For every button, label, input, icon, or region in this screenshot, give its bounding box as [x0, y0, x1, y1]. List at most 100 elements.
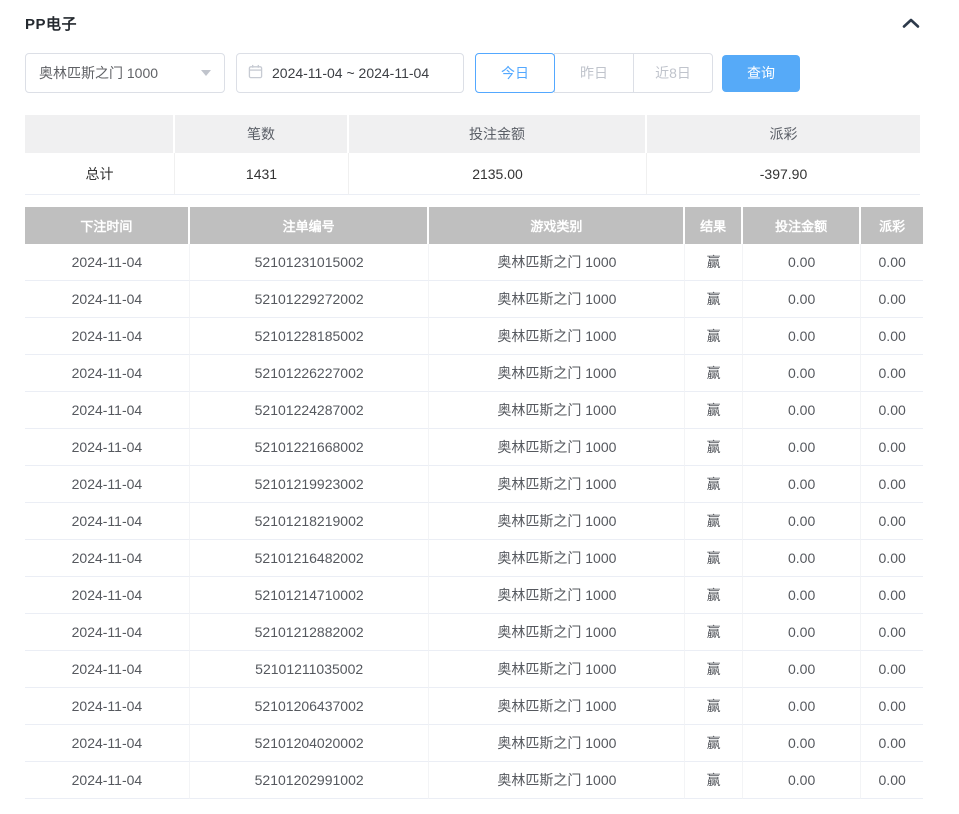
game-select-value: 奥林匹斯之门 1000 [39, 63, 158, 83]
yesterday-button[interactable]: 昨日 [554, 53, 634, 93]
date-range-value: 2024-11-04 ~ 2024-11-04 [272, 65, 429, 81]
table-row: 2024-11-0452101211035002奥林匹斯之门 1000赢0.00… [25, 651, 923, 688]
cell-result: 赢 [685, 466, 743, 503]
cell-bet-time: 2024-11-04 [25, 688, 190, 725]
cell-payout: 0.00 [861, 355, 923, 392]
cell-payout: 0.00 [861, 318, 923, 355]
cell-payout: 0.00 [861, 688, 923, 725]
cell-game-type: 奥林匹斯之门 1000 [429, 503, 685, 540]
summary-total-row: 总计 1431 2135.00 -397.90 [25, 153, 920, 195]
cell-result: 赢 [685, 429, 743, 466]
cell-result: 赢 [685, 503, 743, 540]
cell-order-id: 52101204020002 [190, 725, 430, 762]
summary-header-blank [25, 115, 175, 153]
cell-game-type: 奥林匹斯之门 1000 [429, 429, 685, 466]
table-row: 2024-11-0452101202991002奥林匹斯之门 1000赢0.00… [25, 762, 923, 799]
game-select[interactable]: 奥林匹斯之门 1000 [25, 53, 225, 93]
page-title: PP电子 [25, 13, 77, 34]
cell-order-id: 52101202991002 [190, 762, 430, 799]
table-row: 2024-11-0452101212882002奥林匹斯之门 1000赢0.00… [25, 614, 923, 651]
cell-order-id: 52101212882002 [190, 614, 430, 651]
cell-order-id: 52101226227002 [190, 355, 430, 392]
table-row: 2024-11-0452101216482002奥林匹斯之门 1000赢0.00… [25, 540, 923, 577]
collapse-button[interactable] [900, 15, 922, 31]
filter-bar: 奥林匹斯之门 1000 2024-11-04 ~ 2024-11-04 今日 昨… [25, 53, 959, 93]
cell-result: 赢 [685, 318, 743, 355]
cell-payout: 0.00 [861, 392, 923, 429]
cell-order-id: 52101224287002 [190, 392, 430, 429]
query-button[interactable]: 查询 [722, 55, 800, 92]
cell-bet-time: 2024-11-04 [25, 614, 190, 651]
cell-game-type: 奥林匹斯之门 1000 [429, 318, 685, 355]
cell-result: 赢 [685, 614, 743, 651]
cell-order-id: 52101229272002 [190, 281, 430, 318]
cell-order-id: 52101216482002 [190, 540, 430, 577]
cell-payout: 0.00 [861, 244, 923, 281]
records-header-row: 下注时间 注单编号 游戏类别 结果 投注金额 派彩 [25, 207, 923, 244]
today-button[interactable]: 今日 [475, 53, 555, 93]
cell-order-id: 52101211035002 [190, 651, 430, 688]
records-header-game-type: 游戏类别 [429, 207, 685, 244]
summary-total-count: 1431 [175, 153, 349, 195]
records-table-body: 2024-11-0452101231015002奥林匹斯之门 1000赢0.00… [25, 244, 923, 799]
cell-result: 赢 [685, 577, 743, 614]
cell-game-type: 奥林匹斯之门 1000 [429, 355, 685, 392]
cell-payout: 0.00 [861, 762, 923, 799]
cell-order-id: 52101231015002 [190, 244, 430, 281]
records-header-order-id: 注单编号 [190, 207, 430, 244]
cell-order-id: 52101218219002 [190, 503, 430, 540]
last-8-days-button[interactable]: 近8日 [633, 53, 713, 93]
cell-payout: 0.00 [861, 540, 923, 577]
cell-payout: 0.00 [861, 577, 923, 614]
summary-header-count: 笔数 [175, 115, 349, 153]
cell-payout: 0.00 [861, 429, 923, 466]
cell-result: 赢 [685, 762, 743, 799]
cell-bet-amount: 0.00 [743, 355, 861, 392]
cell-game-type: 奥林匹斯之门 1000 [429, 614, 685, 651]
cell-payout: 0.00 [861, 466, 923, 503]
cell-result: 赢 [685, 281, 743, 318]
cell-game-type: 奥林匹斯之门 1000 [429, 725, 685, 762]
cell-bet-time: 2024-11-04 [25, 466, 190, 503]
cell-bet-time: 2024-11-04 [25, 762, 190, 799]
cell-order-id: 52101219923002 [190, 466, 430, 503]
summary-total-bet-amount: 2135.00 [349, 153, 647, 195]
cell-game-type: 奥林匹斯之门 1000 [429, 466, 685, 503]
cell-bet-amount: 0.00 [743, 614, 861, 651]
summary-total-payout: -397.90 [647, 153, 920, 195]
cell-bet-time: 2024-11-04 [25, 651, 190, 688]
table-row: 2024-11-0452101231015002奥林匹斯之门 1000赢0.00… [25, 244, 923, 281]
cell-game-type: 奥林匹斯之门 1000 [429, 688, 685, 725]
cell-bet-time: 2024-11-04 [25, 503, 190, 540]
records-header-payout: 派彩 [861, 207, 923, 244]
records-table: 下注时间 注单编号 游戏类别 结果 投注金额 派彩 2024-11-045210… [25, 207, 923, 799]
cell-bet-amount: 0.00 [743, 651, 861, 688]
table-row: 2024-11-0452101214710002奥林匹斯之门 1000赢0.00… [25, 577, 923, 614]
cell-game-type: 奥林匹斯之门 1000 [429, 244, 685, 281]
cell-bet-time: 2024-11-04 [25, 281, 190, 318]
cell-bet-amount: 0.00 [743, 281, 861, 318]
cell-game-type: 奥林匹斯之门 1000 [429, 762, 685, 799]
cell-order-id: 52101221668002 [190, 429, 430, 466]
table-row: 2024-11-0452101218219002奥林匹斯之门 1000赢0.00… [25, 503, 923, 540]
summary-table: 笔数 投注金额 派彩 总计 1431 2135.00 -397.90 [25, 115, 920, 195]
cell-result: 赢 [685, 651, 743, 688]
chevron-down-icon [201, 70, 211, 76]
cell-result: 赢 [685, 392, 743, 429]
cell-game-type: 奥林匹斯之门 1000 [429, 577, 685, 614]
date-range-input[interactable]: 2024-11-04 ~ 2024-11-04 [236, 53, 464, 93]
cell-bet-time: 2024-11-04 [25, 244, 190, 281]
cell-bet-amount: 0.00 [743, 762, 861, 799]
cell-game-type: 奥林匹斯之门 1000 [429, 540, 685, 577]
cell-bet-amount: 0.00 [743, 244, 861, 281]
panel-header: PP电子 [25, 12, 922, 34]
cell-bet-time: 2024-11-04 [25, 429, 190, 466]
cell-bet-amount: 0.00 [743, 392, 861, 429]
cell-order-id: 52101228185002 [190, 318, 430, 355]
cell-payout: 0.00 [861, 725, 923, 762]
cell-result: 赢 [685, 725, 743, 762]
calendar-icon [248, 64, 272, 82]
cell-game-type: 奥林匹斯之门 1000 [429, 392, 685, 429]
cell-bet-amount: 0.00 [743, 429, 861, 466]
quick-range-group: 今日 昨日 近8日 [475, 53, 713, 93]
